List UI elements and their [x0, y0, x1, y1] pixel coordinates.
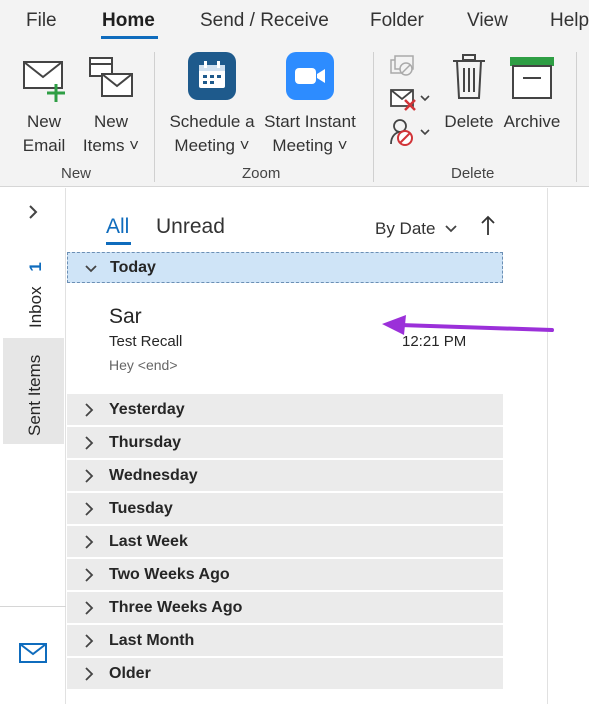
- sort-by-dropdown[interactable]: By Date: [375, 219, 458, 239]
- delete-button[interactable]: Delete: [440, 52, 498, 158]
- new-email-label-1: New: [26, 112, 61, 131]
- calendar-icon: [188, 52, 236, 100]
- group-label-zoom: Zoom: [242, 165, 281, 182]
- folder-inbox-label: Inbox: [26, 286, 45, 328]
- reading-pane-divider: [547, 188, 548, 704]
- chevron-right-icon: [85, 535, 94, 549]
- group-header-three-weeks-ago[interactable]: Three Weeks Ago: [67, 592, 503, 624]
- folder-sent-items-label[interactable]: Sent Items: [25, 355, 45, 436]
- filter-tab-all[interactable]: All: [106, 215, 129, 239]
- active-filter-indicator: [106, 242, 131, 245]
- new-items-icon: [89, 57, 133, 97]
- schedule-meeting-label-2: Meeting ˅: [174, 136, 250, 155]
- group-header-tuesday[interactable]: Tuesday: [67, 493, 503, 525]
- trash-icon: [453, 54, 485, 99]
- new-email-icon: [23, 61, 65, 102]
- chevron-right-icon: [85, 667, 94, 681]
- new-items-label-2: Items ˅: [82, 136, 140, 155]
- group-header-thursday[interactable]: Thursday: [67, 427, 503, 459]
- group-header-today[interactable]: Today: [67, 252, 503, 283]
- folder-pane-collapsed: Inbox 1 Sent Items: [0, 188, 66, 704]
- sort-direction-arrow-icon[interactable]: [480, 214, 496, 236]
- group-label: Thursday: [109, 434, 182, 451]
- tab-send-receive[interactable]: Send / Receive: [200, 10, 329, 32]
- group-label: Two Weeks Ago: [109, 566, 230, 583]
- group-label: Yesterday: [109, 401, 185, 418]
- filter-tab-unread[interactable]: Unread: [156, 215, 225, 239]
- schedule-meeting-button[interactable]: Schedule a Meeting ˅: [166, 52, 258, 158]
- new-email-button[interactable]: New Email: [12, 52, 76, 158]
- group-label-new: New: [61, 165, 92, 182]
- group-separator: [576, 52, 577, 182]
- mail-icon[interactable]: [19, 643, 47, 663]
- group-label: Wednesday: [109, 467, 198, 484]
- tab-help[interactable]: Help: [550, 10, 589, 32]
- chevron-right-icon: [29, 205, 38, 219]
- chevron-right-icon: [85, 469, 94, 483]
- inbox-unread-count: 1: [26, 262, 45, 272]
- tab-folder[interactable]: Folder: [370, 10, 424, 32]
- group-header-older[interactable]: Older: [67, 658, 503, 690]
- start-instant-meeting-button[interactable]: Start Instant Meeting ˅: [260, 52, 360, 158]
- sort-by-label: By Date: [375, 219, 436, 238]
- chevron-right-icon: [85, 601, 94, 615]
- tab-home[interactable]: Home: [102, 10, 155, 32]
- chevron-right-icon: [85, 634, 94, 648]
- group-header-last-week[interactable]: Last Week: [67, 526, 503, 558]
- group-header-yesterday[interactable]: Yesterday: [67, 394, 503, 426]
- archive-button[interactable]: Archive: [500, 52, 564, 158]
- ribbon: New Email New Items ˅ New Schedule a Mee…: [0, 44, 589, 187]
- archive-icon: [510, 57, 554, 99]
- chevron-right-icon: [85, 403, 94, 417]
- group-header-wednesday[interactable]: Wednesday: [67, 460, 503, 492]
- chevron-right-icon: [85, 436, 94, 450]
- chevron-down-icon: [445, 225, 457, 233]
- expand-folder-pane-button[interactable]: [27, 203, 39, 226]
- message-subject: Test Recall: [109, 333, 183, 350]
- group-header-two-weeks-ago[interactable]: Two Weeks Ago: [67, 559, 503, 591]
- active-tab-indicator: [101, 36, 158, 39]
- chevron-down-icon: [85, 265, 97, 273]
- tab-file[interactable]: File: [26, 10, 57, 32]
- group-separator: [373, 52, 374, 182]
- chevron-right-icon: [85, 568, 94, 582]
- group-separator: [154, 52, 155, 182]
- folder-inbox[interactable]: Inbox 1: [26, 262, 46, 328]
- group-label: Three Weeks Ago: [109, 599, 243, 616]
- delete-label: Delete: [444, 112, 494, 131]
- archive-label: Archive: [503, 112, 561, 131]
- new-items-button[interactable]: New Items ˅: [78, 52, 144, 158]
- group-header-last-month[interactable]: Last Month: [67, 625, 503, 657]
- schedule-meeting-label-1: Schedule a: [169, 112, 255, 131]
- group-label: Tuesday: [109, 500, 173, 517]
- group-label-delete: Delete: [451, 165, 495, 182]
- chevron-right-icon: [85, 502, 94, 516]
- new-items-label-1: New: [93, 112, 128, 131]
- menu-bar: File Home Send / Receive Folder View Hel…: [0, 0, 589, 44]
- video-camera-icon: [286, 52, 334, 100]
- message-list: All Unread By Date Today Sar Test Recall…: [66, 188, 548, 704]
- start-instant-meeting-label-2: Meeting ˅: [272, 136, 348, 155]
- group-label: Last Week: [109, 533, 188, 550]
- start-instant-meeting-label-1: Start Instant: [264, 112, 356, 131]
- message-sender: Sar: [109, 305, 142, 328]
- clean-up-icon[interactable]: [389, 86, 431, 112]
- new-email-label-2: Email: [22, 136, 66, 155]
- junk-icon[interactable]: [389, 118, 431, 146]
- group-label: Today: [110, 259, 156, 276]
- annotation-arrow-icon: [382, 315, 554, 335]
- message-preview: Hey <end>: [109, 357, 178, 373]
- divider: [0, 606, 66, 607]
- group-label: Last Month: [109, 632, 195, 649]
- group-label: Older: [109, 665, 151, 682]
- ignore-icon[interactable]: [389, 54, 415, 78]
- tab-view[interactable]: View: [467, 10, 508, 32]
